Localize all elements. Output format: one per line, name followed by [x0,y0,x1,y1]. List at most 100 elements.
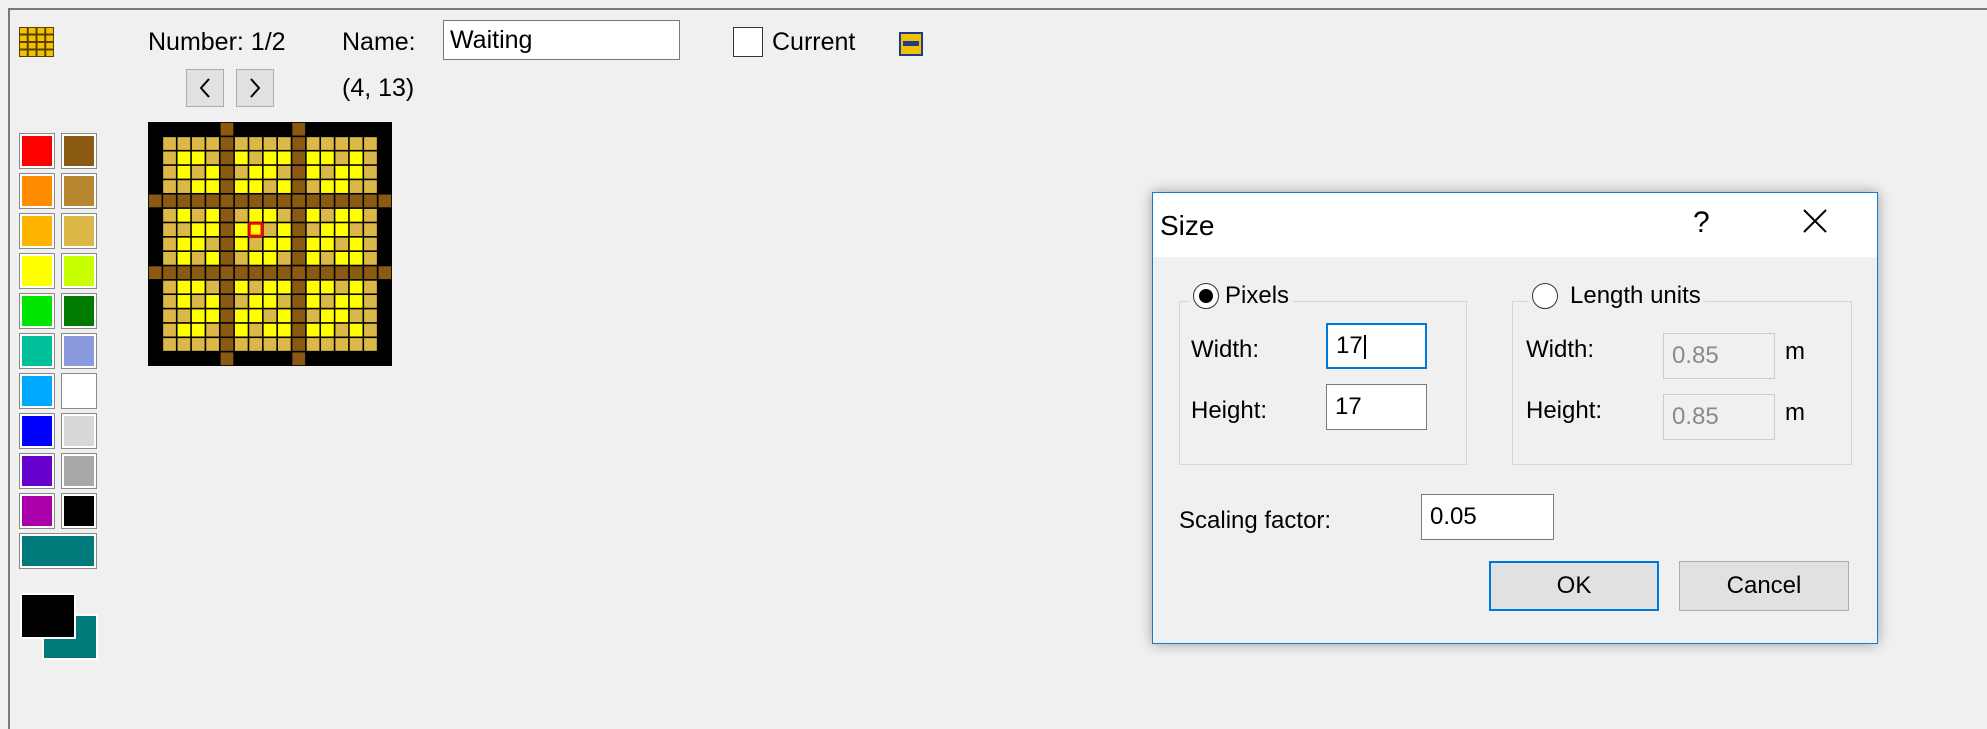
pixel-cell[interactable] [306,165,320,179]
pixel-cell[interactable] [321,280,334,294]
pixel-cell[interactable] [378,180,392,193]
pixel-cell[interactable] [263,180,277,193]
pixel-cell[interactable] [306,295,320,308]
palette-swatch[interactable] [61,173,97,209]
palette-swatch[interactable] [19,293,55,329]
pixel-cell[interactable] [163,165,176,179]
grid-icon[interactable] [18,26,55,58]
pixel-cell[interactable] [220,165,234,179]
pixel-cell[interactable] [263,223,277,237]
palette-swatch[interactable] [61,253,97,289]
palette-swatch[interactable] [61,493,97,529]
pixel-cell[interactable] [292,280,306,294]
pixel-cell[interactable] [249,137,263,150]
pixel-cell[interactable] [220,122,234,136]
pixel-cell[interactable] [364,151,377,165]
pixels-radio[interactable] [1193,283,1219,309]
pixel-cell[interactable] [220,266,234,280]
pixel-cell[interactable] [263,237,277,251]
pixel-cell[interactable] [335,180,349,193]
pixel-cell[interactable] [163,122,176,136]
pixel-cell[interactable] [378,151,392,165]
pixel-cell[interactable] [277,323,291,337]
pixel-cell[interactable] [206,223,219,237]
palette-swatch-wide[interactable] [19,533,97,569]
pixel-cell[interactable] [249,352,263,366]
pixel-cell[interactable] [249,194,263,208]
pixel-cell[interactable] [292,251,306,265]
pixel-cell[interactable] [292,352,306,366]
pixel-cell[interactable] [364,208,377,222]
pixel-cell[interactable] [292,165,306,179]
pixel-cell[interactable] [263,266,277,280]
pixel-cell[interactable] [277,280,291,294]
pixel-cell[interactable] [349,295,363,308]
pixel-cell[interactable] [349,137,363,150]
pixel-cell[interactable] [191,208,205,222]
pixel-cell[interactable] [220,251,234,265]
pixel-cell[interactable] [292,266,306,280]
pixel-cell[interactable] [220,208,234,222]
pixel-cell[interactable] [220,151,234,165]
pixel-cell[interactable] [349,208,363,222]
pixel-cell[interactable] [364,223,377,237]
pixel-cell[interactable] [234,194,248,208]
pixel-cell[interactable] [148,180,162,193]
pixel-cell[interactable] [321,295,334,308]
pixel-cell[interactable] [349,251,363,265]
pixel-editor-canvas[interactable] [148,122,392,366]
pixel-cell[interactable] [306,323,320,337]
pixel-cell[interactable] [306,309,320,323]
pixel-cell[interactable] [306,251,320,265]
palette-swatch[interactable] [19,373,55,409]
pixel-cell[interactable] [163,295,176,308]
pixel-cell[interactable] [349,194,363,208]
pixel-cell[interactable] [206,122,219,136]
pixel-cell[interactable] [263,122,277,136]
pixel-cell[interactable] [177,323,191,337]
pixel-cell[interactable] [292,151,306,165]
pixel-cell[interactable] [163,237,176,251]
pixel-cell[interactable] [364,338,377,351]
pixel-cell[interactable] [234,180,248,193]
pixels-width-input[interactable]: 17 [1326,323,1427,369]
pixel-cell[interactable] [234,280,248,294]
pixel-cell[interactable] [177,122,191,136]
pixel-cell[interactable] [177,309,191,323]
scaling-factor-input[interactable]: 0.05 [1421,494,1554,540]
pixel-cell[interactable] [378,251,392,265]
pixel-cell[interactable] [163,266,176,280]
next-button[interactable] [236,69,274,107]
pixel-cell[interactable] [148,309,162,323]
pixel-cell[interactable] [206,338,219,351]
pixel-cell[interactable] [234,251,248,265]
pixel-cell[interactable] [335,194,349,208]
palette-swatch[interactable] [61,133,97,169]
pixel-cell[interactable] [364,122,377,136]
palette-swatch[interactable] [19,253,55,289]
ok-button[interactable]: OK [1489,561,1659,611]
pixel-cell[interactable] [234,295,248,308]
pixel-cell[interactable] [191,251,205,265]
pixel-cell[interactable] [335,151,349,165]
pixel-cell[interactable] [378,237,392,251]
pixel-cell[interactable] [263,295,277,308]
pixel-cell[interactable] [191,266,205,280]
pixel-cell[interactable] [163,280,176,294]
palette-swatch[interactable] [19,413,55,449]
pixel-cell[interactable] [277,338,291,351]
pixel-cell[interactable] [249,280,263,294]
pixel-cell[interactable] [148,223,162,237]
pixel-cell[interactable] [234,137,248,150]
pixel-cell[interactable] [306,180,320,193]
pixel-cell[interactable] [277,137,291,150]
pixel-cell[interactable] [321,251,334,265]
palette-swatch[interactable] [61,333,97,369]
pixel-cell[interactable] [177,338,191,351]
pixel-cell[interactable] [191,223,205,237]
pixel-cell[interactable] [378,309,392,323]
pixel-cell[interactable] [306,122,320,136]
pixel-cell[interactable] [277,151,291,165]
pixel-cell[interactable] [163,323,176,337]
pixel-cell[interactable] [364,137,377,150]
